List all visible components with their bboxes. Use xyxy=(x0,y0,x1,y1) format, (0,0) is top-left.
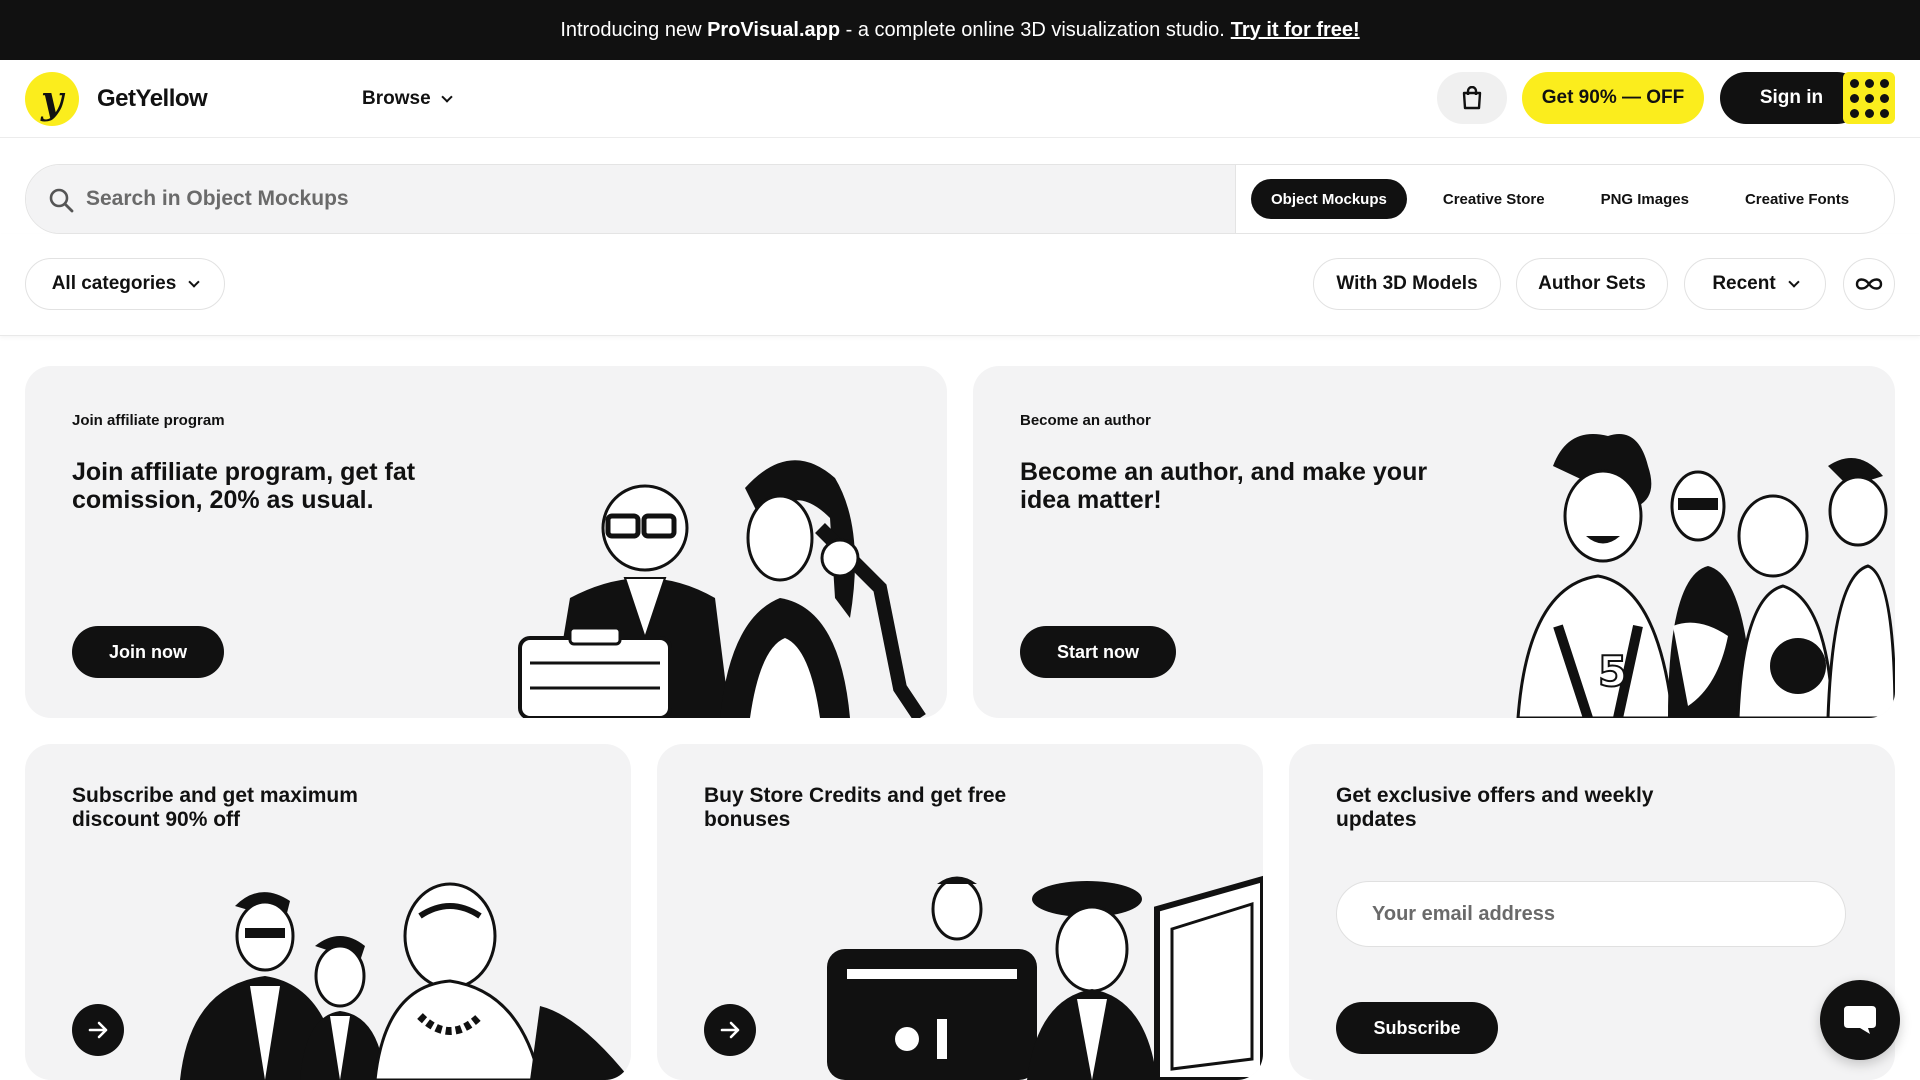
logo-letter: y xyxy=(40,76,64,122)
subscribe-arrow-button[interactable] xyxy=(72,1004,124,1056)
sort-label: Recent xyxy=(1712,273,1776,294)
tab-object-mockups[interactable]: Object Mockups xyxy=(1251,179,1407,219)
chat-icon xyxy=(1844,1006,1876,1034)
browse-label: Browse xyxy=(362,88,431,109)
sign-in-button[interactable]: Sign in xyxy=(1720,72,1863,124)
chevron-down-icon xyxy=(188,276,200,288)
newsletter-card: Get exclusive offers and weekly updates … xyxy=(1289,744,1895,1080)
author-title: Become an author, and make your idea mat… xyxy=(1020,458,1428,514)
credits-illustration xyxy=(827,875,1263,1080)
author-sets-filter[interactable]: Author Sets xyxy=(1516,258,1668,310)
svg-text:5: 5 xyxy=(1598,647,1627,696)
credits-card: Buy Store Credits and get free bonuses xyxy=(657,744,1263,1080)
credits-title: Buy Store Credits and get free bonuses xyxy=(704,784,1007,831)
subscribe-button[interactable]: Subscribe xyxy=(1336,1002,1498,1054)
join-now-button[interactable]: Join now xyxy=(72,626,224,678)
announcement-prefix: Introducing new xyxy=(560,18,702,41)
sort-dropdown[interactable]: Recent xyxy=(1684,258,1826,310)
chevron-down-icon xyxy=(1788,276,1800,288)
browse-menu[interactable]: Browse xyxy=(362,88,453,110)
announcement-bar: Introducing new ProVisual.app - a comple… xyxy=(0,0,1920,60)
tab-creative-fonts[interactable]: Creative Fonts xyxy=(1725,179,1869,219)
author-illustration: 5 xyxy=(1516,434,1895,718)
affiliate-card: Join affiliate program Join affiliate pr… xyxy=(25,366,947,718)
categories-label: All categories xyxy=(51,273,177,294)
infinity-icon xyxy=(1855,278,1883,290)
subscribe-card: Subscribe and get maximum discount 90% o… xyxy=(25,744,631,1080)
search-icon xyxy=(49,188,74,213)
search-scope-tabs: Object Mockups Creative Store PNG Images… xyxy=(1251,179,1885,219)
author-card: Become an author Become an author, and m… xyxy=(973,366,1895,718)
filter-bar: All categories With 3D Models Author Set… xyxy=(0,234,1920,336)
apps-grid-icon[interactable] xyxy=(1843,72,1895,124)
affiliate-tag: Join affiliate program xyxy=(72,412,225,429)
announcement-product: ProVisual.app xyxy=(707,18,841,41)
discount-button[interactable]: Get 90% — OFF xyxy=(1522,72,1704,124)
cart-button[interactable] xyxy=(1437,72,1507,124)
categories-dropdown[interactable]: All categories xyxy=(25,258,225,310)
logo-icon[interactable]: y xyxy=(25,72,79,126)
start-now-button[interactable]: Start now xyxy=(1020,626,1177,678)
tab-png-images[interactable]: PNG Images xyxy=(1581,179,1709,219)
subscribe-illustration xyxy=(180,882,631,1080)
with-3d-models-filter[interactable]: With 3D Models xyxy=(1313,258,1501,310)
infinite-scroll-toggle[interactable] xyxy=(1843,258,1895,310)
brand-name[interactable]: GetYellow xyxy=(97,85,208,113)
announcement-suffix: - a complete online 3D visualization stu… xyxy=(845,18,1225,41)
arrow-right-icon xyxy=(720,1021,740,1039)
try-free-link[interactable]: Try it for free! xyxy=(1231,19,1360,42)
search-field-wrap xyxy=(26,165,1236,233)
credits-arrow-button[interactable] xyxy=(704,1004,756,1056)
arrow-right-icon xyxy=(88,1021,108,1039)
shopping-bag-icon xyxy=(1462,86,1482,110)
email-field[interactable] xyxy=(1336,881,1846,947)
site-header: y GetYellow Browse Get 90% — OFF Sign in xyxy=(0,60,1920,138)
chevron-down-icon xyxy=(440,91,453,103)
affiliate-title: Join affiliate program, get fat comissio… xyxy=(72,458,416,514)
newsletter-title: Get exclusive offers and weekly updates xyxy=(1336,784,1654,831)
affiliate-illustration xyxy=(518,460,926,718)
search-bar: Object Mockups Creative Store PNG Images… xyxy=(25,164,1895,234)
chat-button[interactable] xyxy=(1820,980,1900,1060)
tab-creative-store[interactable]: Creative Store xyxy=(1423,179,1565,219)
author-tag: Become an author xyxy=(1020,412,1151,429)
subscribe-title: Subscribe and get maximum discount 90% o… xyxy=(72,784,358,831)
search-input[interactable] xyxy=(86,165,1206,233)
